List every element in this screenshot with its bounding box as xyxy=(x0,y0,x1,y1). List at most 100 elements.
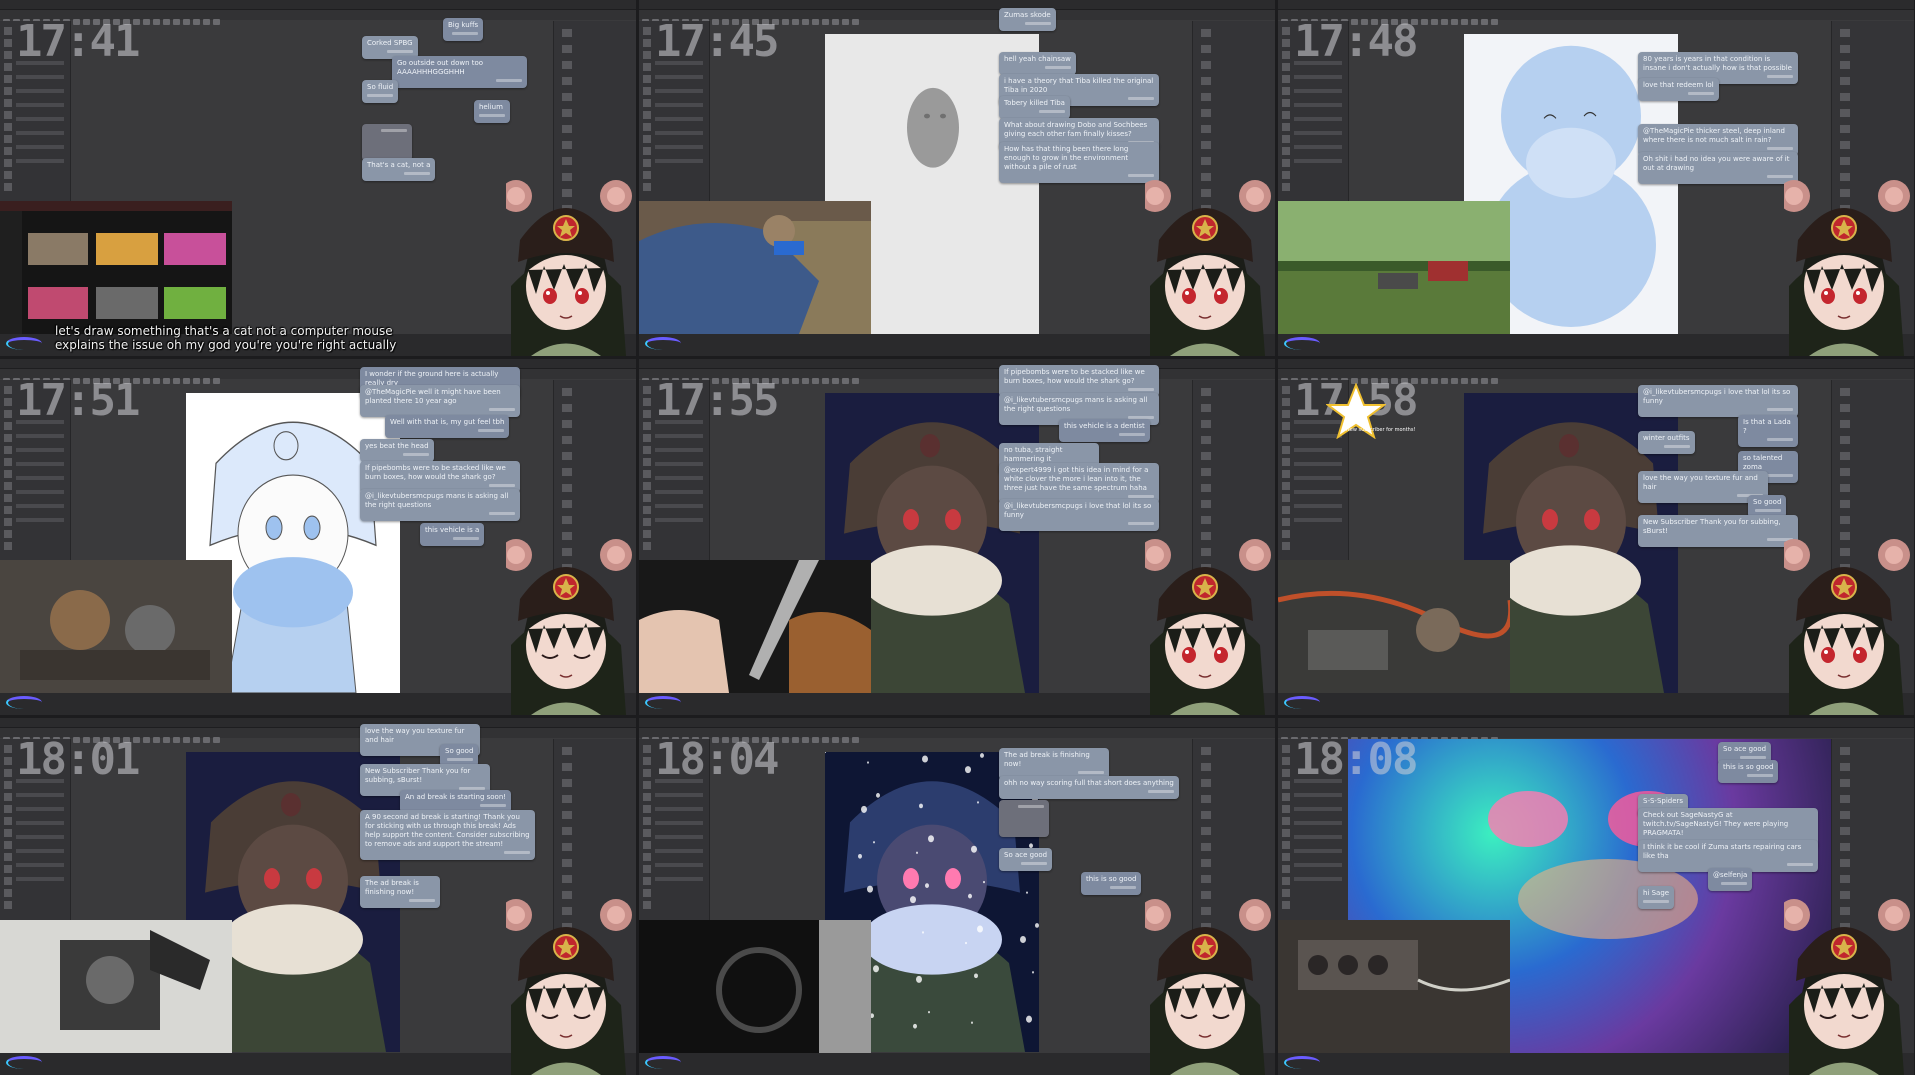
brush-setting-row[interactable] xyxy=(16,490,64,494)
brush-setting-row[interactable] xyxy=(655,476,703,480)
tool-option-button[interactable] xyxy=(213,19,220,25)
tool-option-button[interactable] xyxy=(1421,19,1428,25)
brush-setting-row[interactable] xyxy=(1294,504,1342,508)
brush-setting-row[interactable] xyxy=(16,145,64,149)
tool-option-button[interactable] xyxy=(163,737,170,743)
tool-icon[interactable] xyxy=(4,781,12,789)
panel-icon[interactable] xyxy=(562,468,572,476)
panel-icon[interactable] xyxy=(1840,811,1850,819)
tool-icon[interactable] xyxy=(1282,518,1290,526)
tool-icon[interactable] xyxy=(643,482,651,490)
tool-option-button[interactable] xyxy=(832,737,839,743)
tool-icon[interactable] xyxy=(643,817,651,825)
tool-icon[interactable] xyxy=(1282,386,1290,394)
tool-icon[interactable] xyxy=(1282,781,1290,789)
tool-option-button[interactable] xyxy=(183,19,190,25)
tool-icon[interactable] xyxy=(1282,123,1290,131)
tool-icon[interactable] xyxy=(643,99,651,107)
brush-setting-row[interactable] xyxy=(1294,849,1342,853)
tool-option-button[interactable] xyxy=(193,737,200,743)
panel-icon[interactable] xyxy=(1840,843,1850,851)
tool-icon[interactable] xyxy=(643,793,651,801)
tool-icon[interactable] xyxy=(1282,506,1290,514)
panel-icon[interactable] xyxy=(1840,859,1850,867)
tool-option-button[interactable] xyxy=(782,737,789,743)
brush-setting-row[interactable] xyxy=(655,849,703,853)
brush-setting-row[interactable] xyxy=(655,103,703,107)
tool-option-button[interactable] xyxy=(213,378,220,384)
tool-option-button[interactable] xyxy=(163,19,170,25)
tool-icon[interactable] xyxy=(4,482,12,490)
panel-icon[interactable] xyxy=(1840,436,1850,444)
panel-icon[interactable] xyxy=(1840,141,1850,149)
tool-icon[interactable] xyxy=(1282,530,1290,538)
tool-icon[interactable] xyxy=(643,422,651,430)
tool-icon[interactable] xyxy=(643,386,651,394)
tool-icon[interactable] xyxy=(4,901,12,909)
panel-icon[interactable] xyxy=(1201,779,1211,787)
tool-option-button[interactable] xyxy=(153,19,160,25)
brush-setting-row[interactable] xyxy=(655,462,703,466)
tool-icon[interactable] xyxy=(1282,111,1290,119)
brush-setting-row[interactable] xyxy=(655,863,703,867)
brush-setting-row[interactable] xyxy=(655,793,703,797)
brush-setting-row[interactable] xyxy=(1294,145,1342,149)
tool-icon[interactable] xyxy=(4,841,12,849)
panel-icon[interactable] xyxy=(562,779,572,787)
tool-option-button[interactable] xyxy=(1441,378,1448,384)
panel-icon[interactable] xyxy=(1840,452,1850,460)
brush-setting-row[interactable] xyxy=(655,490,703,494)
brush-setting-row[interactable] xyxy=(655,504,703,508)
brush-setting-row[interactable] xyxy=(16,448,64,452)
panel-icon[interactable] xyxy=(1840,795,1850,803)
panel-icon[interactable] xyxy=(562,484,572,492)
tool-icon[interactable] xyxy=(4,458,12,466)
panel-icon[interactable] xyxy=(1201,141,1211,149)
panel-icon[interactable] xyxy=(1201,436,1211,444)
tool-option-button[interactable] xyxy=(812,737,819,743)
brush-setting-row[interactable] xyxy=(16,821,64,825)
tool-icon[interactable] xyxy=(4,446,12,454)
tool-icon[interactable] xyxy=(1282,434,1290,442)
brush-setting-row[interactable] xyxy=(16,159,64,163)
tool-icon[interactable] xyxy=(1282,542,1290,550)
panel-icon[interactable] xyxy=(1201,77,1211,85)
tool-option-button[interactable] xyxy=(1491,19,1498,25)
tool-option-button[interactable] xyxy=(822,737,829,743)
brush-setting-row[interactable] xyxy=(1294,877,1342,881)
panel-icon[interactable] xyxy=(1201,795,1211,803)
tool-icon[interactable] xyxy=(4,853,12,861)
tool-icon[interactable] xyxy=(1282,446,1290,454)
brush-setting-row[interactable] xyxy=(16,117,64,121)
panel-icon[interactable] xyxy=(562,420,572,428)
panel-icon[interactable] xyxy=(1201,420,1211,428)
brush-setting-row[interactable] xyxy=(1294,518,1342,522)
tool-icon[interactable] xyxy=(643,530,651,538)
brush-setting-row[interactable] xyxy=(655,434,703,438)
tool-icon[interactable] xyxy=(643,781,651,789)
tool-icon[interactable] xyxy=(1282,99,1290,107)
panel-icon[interactable] xyxy=(1201,452,1211,460)
brush-setting-row[interactable] xyxy=(16,131,64,135)
tool-icon[interactable] xyxy=(1282,805,1290,813)
panel-icon[interactable] xyxy=(1840,125,1850,133)
tool-icon[interactable] xyxy=(4,877,12,885)
brush-setting-row[interactable] xyxy=(1294,476,1342,480)
brush-setting-row[interactable] xyxy=(655,877,703,881)
tool-icon[interactable] xyxy=(4,75,12,83)
tool-icon[interactable] xyxy=(4,171,12,179)
brush-setting-row[interactable] xyxy=(1294,863,1342,867)
tool-option-button[interactable] xyxy=(802,737,809,743)
panel-icon[interactable] xyxy=(1840,29,1850,37)
tool-icon[interactable] xyxy=(1282,757,1290,765)
brush-setting-row[interactable] xyxy=(655,835,703,839)
brush-setting-row[interactable] xyxy=(1294,103,1342,107)
tool-icon[interactable] xyxy=(643,757,651,765)
tool-option-button[interactable] xyxy=(842,378,849,384)
tool-icon[interactable] xyxy=(4,530,12,538)
panel-icon[interactable] xyxy=(562,157,572,165)
tool-icon[interactable] xyxy=(1282,27,1290,35)
tool-option-button[interactable] xyxy=(832,19,839,25)
tool-icon[interactable] xyxy=(1282,889,1290,897)
panel-icon[interactable] xyxy=(1201,468,1211,476)
